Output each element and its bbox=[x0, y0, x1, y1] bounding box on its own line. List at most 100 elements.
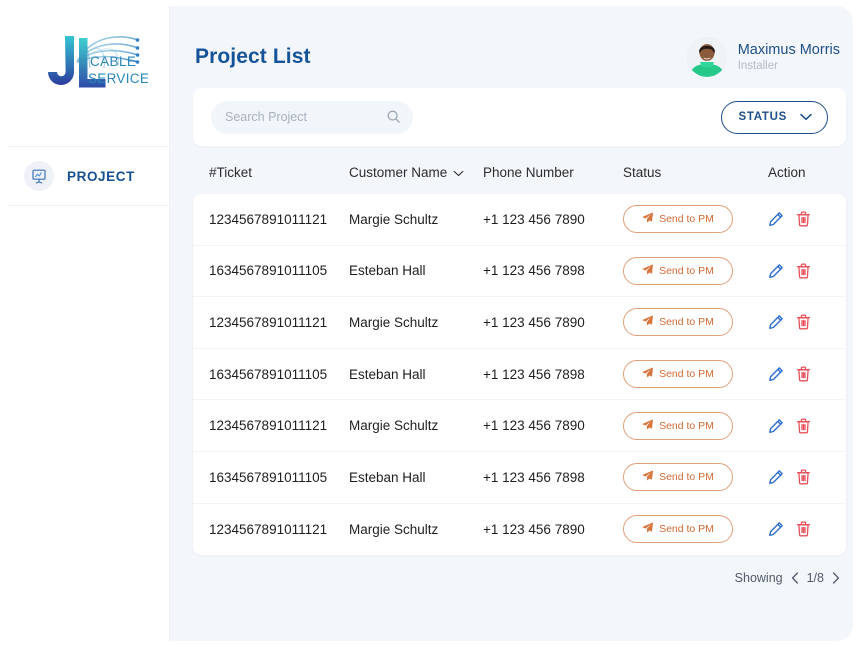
trash-icon[interactable] bbox=[796, 521, 811, 537]
trash-icon[interactable] bbox=[796, 263, 811, 279]
cell-phone-number: +1 123 456 7890 bbox=[483, 212, 623, 227]
search-icon[interactable] bbox=[386, 109, 401, 129]
cell-ticket: 1634567891011105 bbox=[209, 470, 349, 485]
table-row: 1634567891011105Esteban Hall+1 123 456 7… bbox=[193, 246, 846, 298]
showing-label: Showing bbox=[735, 571, 783, 585]
table-row: 1634567891011105Esteban Hall+1 123 456 7… bbox=[193, 349, 846, 401]
cell-phone-number: +1 123 456 7890 bbox=[483, 315, 623, 330]
cell-ticket: 1234567891011121 bbox=[209, 418, 349, 433]
table-row: 1634567891011105Esteban Hall+1 123 456 7… bbox=[193, 452, 846, 504]
table-header-row: #Ticket Customer Name Phone Number Statu… bbox=[193, 146, 846, 194]
cell-ticket: 1234567891011121 bbox=[209, 522, 349, 537]
chevron-right-icon[interactable] bbox=[832, 572, 840, 584]
jl-cable-services-logo-icon: CABLE SERVICES bbox=[30, 28, 148, 102]
cell-phone-number: +1 123 456 7890 bbox=[483, 522, 623, 537]
cell-status: Send to PM bbox=[623, 257, 768, 285]
paper-plane-icon bbox=[642, 313, 653, 331]
cell-status: Send to PM bbox=[623, 360, 768, 388]
paper-plane-icon bbox=[642, 520, 653, 538]
presentation-board-icon bbox=[24, 161, 54, 191]
trash-icon[interactable] bbox=[796, 314, 811, 330]
column-header-customer-name[interactable]: Customer Name bbox=[349, 165, 483, 180]
cell-action bbox=[768, 263, 846, 279]
sidebar-item-project[interactable]: PROJECT bbox=[24, 157, 169, 195]
cell-action bbox=[768, 418, 846, 434]
cell-phone-number: +1 123 456 7898 bbox=[483, 263, 623, 278]
status-filter-button[interactable]: STATUS bbox=[721, 101, 829, 134]
send-to-pm-label: Send to PM bbox=[659, 471, 714, 483]
table-row: 1234567891011121Margie Schultz+1 123 456… bbox=[193, 194, 846, 246]
profile-name: Maximus Morris bbox=[738, 41, 840, 59]
cell-action bbox=[768, 521, 846, 537]
pencil-icon[interactable] bbox=[768, 469, 784, 485]
column-header-action: Action bbox=[768, 165, 846, 180]
chevron-down-icon bbox=[453, 165, 464, 180]
pencil-icon[interactable] bbox=[768, 418, 784, 434]
project-table: 1234567891011121Margie Schultz+1 123 456… bbox=[193, 194, 846, 555]
sidebar: CABLE SERVICES PROJECT bbox=[8, 6, 170, 641]
column-header-ticket: #Ticket bbox=[209, 165, 349, 180]
send-to-pm-label: Send to PM bbox=[659, 523, 714, 535]
trash-icon[interactable] bbox=[796, 366, 811, 382]
cell-action bbox=[768, 314, 846, 330]
user-profile[interactable]: Maximus Morris Installer bbox=[687, 37, 844, 77]
search-box[interactable] bbox=[211, 101, 413, 134]
svg-text:CABLE: CABLE bbox=[90, 54, 136, 69]
pencil-icon[interactable] bbox=[768, 521, 784, 537]
user-photo-avatar bbox=[687, 37, 727, 77]
send-to-pm-button[interactable]: Send to PM bbox=[623, 515, 733, 543]
cell-ticket: 1634567891011105 bbox=[209, 367, 349, 382]
paper-plane-icon bbox=[642, 365, 653, 383]
table-row: 1234567891011121Margie Schultz+1 123 456… bbox=[193, 504, 846, 556]
sidebar-item-label: PROJECT bbox=[67, 169, 135, 184]
pencil-icon[interactable] bbox=[768, 211, 784, 227]
cell-phone-number: +1 123 456 7890 bbox=[483, 418, 623, 433]
trash-icon[interactable] bbox=[796, 418, 811, 434]
search-toolbar: STATUS bbox=[193, 88, 846, 146]
send-to-pm-button[interactable]: Send to PM bbox=[623, 412, 733, 440]
cell-action bbox=[768, 469, 846, 485]
trash-icon[interactable] bbox=[796, 211, 811, 227]
page-header: Project List bbox=[193, 6, 846, 82]
cell-ticket: 1634567891011105 bbox=[209, 263, 349, 278]
cell-ticket: 1234567891011121 bbox=[209, 315, 349, 330]
send-to-pm-label: Send to PM bbox=[659, 420, 714, 432]
cell-customer-name: Margie Schultz bbox=[349, 418, 483, 433]
cell-status: Send to PM bbox=[623, 463, 768, 491]
cell-status: Send to PM bbox=[623, 515, 768, 543]
brand-logo: CABLE SERVICES bbox=[8, 6, 169, 102]
avatar bbox=[687, 37, 727, 77]
send-to-pm-label: Send to PM bbox=[659, 316, 714, 328]
cell-customer-name: Margie Schultz bbox=[349, 212, 483, 227]
cell-ticket: 1234567891011121 bbox=[209, 212, 349, 227]
paper-plane-icon bbox=[642, 417, 653, 435]
cell-customer-name: Esteban Hall bbox=[349, 263, 483, 278]
status-filter-label: STATUS bbox=[739, 111, 788, 123]
cell-action bbox=[768, 366, 846, 382]
pencil-icon[interactable] bbox=[768, 366, 784, 382]
send-to-pm-button[interactable]: Send to PM bbox=[623, 360, 733, 388]
page-title: Project List bbox=[195, 45, 311, 69]
chevron-left-icon[interactable] bbox=[791, 572, 799, 584]
search-input[interactable] bbox=[225, 110, 399, 124]
send-to-pm-button[interactable]: Send to PM bbox=[623, 463, 733, 491]
page-indicator: 1/8 bbox=[807, 571, 824, 585]
chevron-down-icon bbox=[800, 108, 812, 126]
trash-icon[interactable] bbox=[796, 469, 811, 485]
cell-status: Send to PM bbox=[623, 412, 768, 440]
pagination: Showing 1/8 bbox=[193, 555, 846, 585]
send-to-pm-button[interactable]: Send to PM bbox=[623, 205, 733, 233]
paper-plane-icon bbox=[642, 468, 653, 486]
send-to-pm-button[interactable]: Send to PM bbox=[623, 308, 733, 336]
column-header-phone-number: Phone Number bbox=[483, 165, 623, 180]
cell-customer-name: Margie Schultz bbox=[349, 522, 483, 537]
pencil-icon[interactable] bbox=[768, 263, 784, 279]
column-header-status: Status bbox=[623, 165, 768, 180]
cell-action bbox=[768, 211, 846, 227]
cell-status: Send to PM bbox=[623, 308, 768, 336]
send-to-pm-button[interactable]: Send to PM bbox=[623, 257, 733, 285]
cell-customer-name: Esteban Hall bbox=[349, 367, 483, 382]
pencil-icon[interactable] bbox=[768, 314, 784, 330]
send-to-pm-label: Send to PM bbox=[659, 213, 714, 225]
sidebar-nav: PROJECT bbox=[8, 146, 169, 206]
